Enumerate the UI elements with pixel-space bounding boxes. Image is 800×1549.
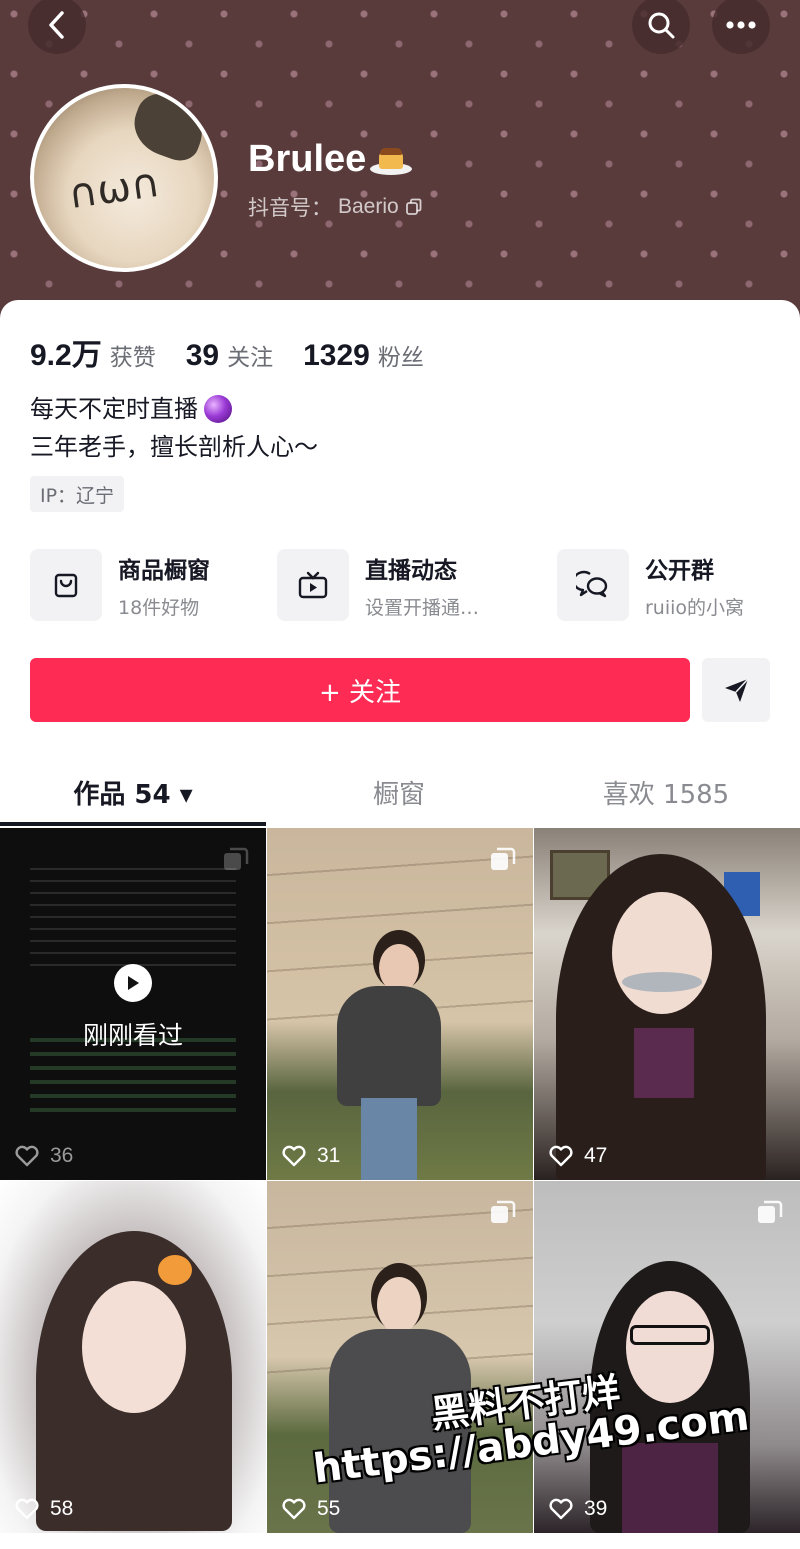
stat-value: 9.2万 (30, 339, 102, 372)
feature-icon-box (557, 549, 629, 621)
stat-followers[interactable]: 1329 粉丝 (303, 338, 424, 373)
like-count: 36 (14, 1144, 73, 1168)
profile-name: Brulee (248, 138, 413, 181)
like-count-value: 47 (584, 1144, 608, 1167)
stat-value: 1329 (303, 339, 370, 372)
like-count: 58 (14, 1497, 73, 1521)
fish-prop (622, 972, 702, 992)
stat-value: 39 (185, 339, 220, 372)
recently-viewed-label: 刚刚看过 (82, 1021, 183, 1050)
chevron-left-icon (49, 11, 64, 39)
bio: 每天不定时直播 三年老手，擅长剖析人心～ (30, 390, 318, 466)
person-head (377, 1277, 421, 1333)
feature-title: 商品橱窗 (118, 557, 210, 584)
person-jacket (337, 986, 441, 1106)
chat-text-lines (30, 858, 236, 968)
tv-icon (298, 571, 328, 599)
multi-image-icon (758, 1200, 783, 1223)
tab-likes[interactable]: 喜欢 1585 (532, 760, 800, 824)
feature-title: 直播动态 (365, 557, 457, 584)
multi-image-icon (224, 847, 249, 870)
avatar[interactable]: ∩ω∩ (30, 84, 218, 272)
video-tile[interactable]: 47 (534, 828, 800, 1180)
like-count-value: 36 (50, 1144, 74, 1167)
person-face (626, 1291, 714, 1403)
play-button[interactable] (114, 964, 152, 1002)
avatar-face-glyph: ∩ω∩ (65, 159, 163, 219)
like-count: 55 (281, 1497, 340, 1521)
stat-label: 粉丝 (377, 345, 424, 371)
video-tile[interactable]: 刚刚看过 36 (0, 828, 266, 1180)
feature-subtitle: 18件好物 (118, 596, 200, 619)
profile-name-text: Brulee (248, 138, 367, 180)
bio-line-1: 每天不定时直播 (30, 390, 318, 428)
glasses (630, 1325, 710, 1345)
crystal-ball-icon (204, 395, 232, 423)
content-tabs: 作品 54 ▾ 橱窗 喜欢 1585 (0, 760, 800, 824)
ip-location-tag: IP：辽宁 (30, 476, 125, 512)
multi-image-icon (491, 847, 516, 870)
tab-works[interactable]: 作品 54 ▾ (0, 760, 266, 824)
copy-icon[interactable] (405, 198, 423, 216)
pumpkin-clip (158, 1255, 192, 1285)
video-tile[interactable]: 31 (267, 828, 533, 1180)
multi-image-icon (491, 1200, 516, 1223)
feature-shop-window[interactable]: 商品橱窗 18件好物 (30, 548, 210, 622)
bio-text-2: 三年老手，擅长剖析人心～ (30, 433, 318, 461)
like-count: 47 (548, 1144, 607, 1168)
tab-shop-window[interactable]: 橱窗 (266, 760, 532, 824)
video-tile[interactable]: 39 (534, 1181, 800, 1533)
search-icon (648, 12, 675, 39)
send-icon (725, 678, 749, 702)
more-horizontal-icon (726, 21, 756, 29)
play-icon (128, 976, 139, 990)
send-message-button[interactable] (702, 658, 770, 722)
person-face (82, 1281, 186, 1413)
heart-icon (282, 1145, 306, 1167)
feature-live-updates[interactable]: 直播动态 设置开播通… (277, 548, 479, 622)
heart-icon (549, 1145, 573, 1167)
stat-label: 关注 (227, 345, 274, 371)
person-head (379, 944, 419, 992)
like-count-value: 58 (50, 1497, 74, 1520)
person-face (612, 892, 712, 1014)
profile-card: 9.2万 获赞 39 关注 1329 粉丝 每天不定时直播 三年老手，擅长剖析人… (0, 300, 800, 1549)
stats-row: 9.2万 获赞 39 关注 1329 粉丝 (30, 330, 424, 374)
feature-public-group[interactable]: 公开群 ruiio的小窝 (557, 548, 744, 622)
follow-button[interactable]: + 关注 (30, 658, 690, 722)
feature-subtitle: ruiio的小窝 (645, 596, 745, 619)
pudding-icon (370, 143, 413, 177)
heart-icon (282, 1498, 306, 1520)
like-count-value: 55 (317, 1497, 341, 1520)
stat-likes[interactable]: 9.2万 获赞 (30, 330, 156, 374)
bio-line-2: 三年老手，擅长剖析人心～ (30, 428, 318, 466)
like-count: 31 (281, 1144, 340, 1168)
stat-label: 获赞 (109, 345, 156, 371)
like-count: 39 (548, 1497, 607, 1521)
stat-following[interactable]: 39 关注 (186, 338, 273, 373)
active-tab-indicator (0, 822, 266, 826)
person-top (634, 1028, 694, 1098)
like-count-value: 39 (584, 1497, 608, 1520)
feature-title: 公开群 (645, 557, 714, 584)
person-jeans (361, 1098, 417, 1180)
feature-entries: 商品橱窗 18件好物 直播动态 设置开播通… 公开群 ruiio的小窝 (30, 548, 770, 622)
chat-bubbles-icon (576, 570, 608, 598)
douyin-id-value: Baerio (338, 195, 399, 218)
video-tile[interactable]: 58 (0, 1181, 266, 1533)
douyin-id-label: 抖音号： (248, 197, 332, 220)
heart-icon (15, 1498, 39, 1520)
douyin-id: 抖音号： Baerio (248, 192, 423, 222)
person-top (622, 1443, 718, 1533)
heart-icon (549, 1498, 573, 1520)
bio-text-1: 每天不定时直播 (30, 395, 198, 423)
heart-icon (15, 1145, 39, 1167)
feature-icon-box (277, 549, 349, 621)
bag-icon (54, 573, 78, 598)
feature-subtitle: 设置开播通… (365, 596, 480, 619)
like-count-value: 31 (317, 1144, 341, 1167)
feature-icon-box (30, 549, 102, 621)
